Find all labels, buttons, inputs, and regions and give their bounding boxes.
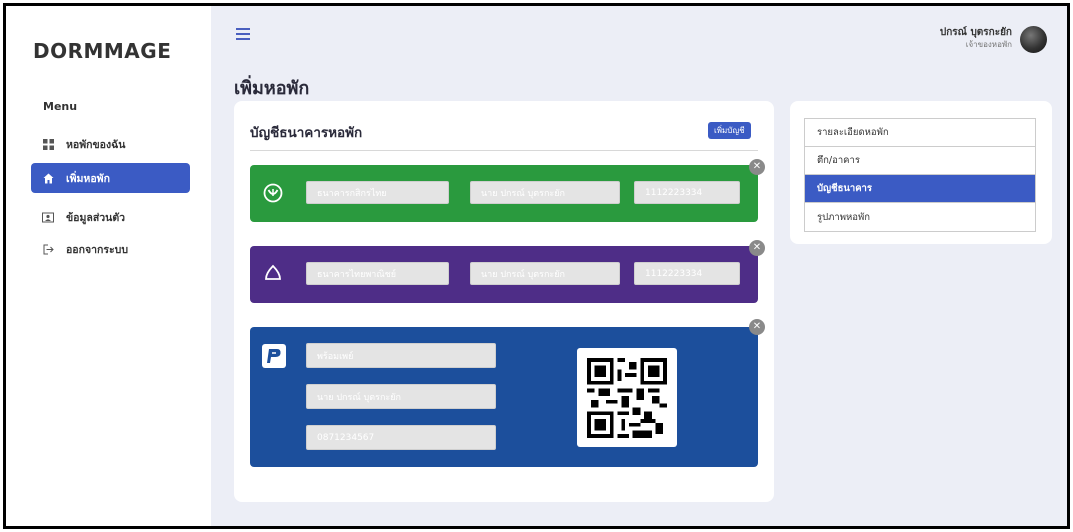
close-icon[interactable]: ✕ <box>749 159 765 175</box>
section-nav-list: รายละเอียดหอพัก ตึก/อาคาร บัญชีธนาคาร รู… <box>804 118 1036 232</box>
account-name-field[interactable]: นาย ปกรณ์ บุตรกะยัก <box>306 384 496 409</box>
bank-name-field[interactable]: ธนาคารกสิกรไทย <box>306 181 449 204</box>
user-role: เจ้าของหอพัก <box>965 40 1012 49</box>
section-nav-card: รายละเอียดหอพัก ตึก/อาคาร บัญชีธนาคาร รู… <box>790 101 1052 244</box>
add-account-button[interactable]: เพิ่มบัญชี <box>708 122 751 139</box>
page-title: เพิ่มหอพัก <box>234 78 310 99</box>
card-heading: บัญชีธนาคารหอพัก <box>250 125 363 141</box>
bank-accounts-card: บัญชีธนาคารหอพัก เพิ่มบัญชี ธนาคารกสิกรไ… <box>234 101 774 502</box>
promptpay-icon <box>262 344 286 368</box>
bank-account-kasikorn: ธนาคารกสิกรไทย นาย ปกรณ์ บุตรกะยัก 11122… <box>250 165 758 222</box>
kasikorn-icon <box>262 182 284 204</box>
sidebar-item-add-dorm[interactable]: เพิ่มหอพัก <box>31 163 190 193</box>
section-item-buildings[interactable]: ตึก/อาคาร <box>805 147 1035 175</box>
close-icon[interactable]: ✕ <box>749 319 765 335</box>
home-icon <box>42 172 54 184</box>
section-item-dorm-details[interactable]: รายละเอียดหอพัก <box>805 119 1035 147</box>
sidebar-item-label: หอพักของฉัน <box>66 138 126 151</box>
sidebar-item-my-dorms[interactable]: หอพักของฉัน <box>31 129 190 159</box>
account-name-field[interactable]: นาย ปกรณ์ บุตรกะยัก <box>470 181 620 204</box>
avatar[interactable] <box>1020 26 1047 53</box>
app-logo[interactable]: DORMMAGE <box>33 39 171 63</box>
promptpay-account: พร้อมเพย์ นาย ปกรณ์ บุตรกะยัก 0871234567 <box>250 327 758 467</box>
sidebar: DORMMAGE Menu หอพักของฉัน เพิ่มหอพัก ข้อ… <box>6 6 211 526</box>
bank-account-scb: ธนาคารไทยพาณิชย์ นาย ปกรณ์ บุตรกะยัก 111… <box>250 246 758 303</box>
section-item-dorm-photos[interactable]: รูปภาพหอพัก <box>805 203 1035 231</box>
account-number-field[interactable]: 1112223334 <box>634 262 740 285</box>
sidebar-item-logout[interactable]: ออกจากระบบ <box>31 234 190 264</box>
promptpay-label-field[interactable]: พร้อมเพย์ <box>306 343 496 368</box>
menu-title: Menu <box>43 100 78 113</box>
app-frame: DORMMAGE Menu หอพักของฉัน เพิ่มหอพัก ข้อ… <box>3 3 1070 529</box>
close-icon[interactable]: ✕ <box>749 240 765 256</box>
sidebar-item-label: ออกจากระบบ <box>66 243 128 256</box>
bank-name-field[interactable]: ธนาคารไทยพาณิชย์ <box>306 262 449 285</box>
sidebar-item-profile[interactable]: ข้อมูลส่วนตัว <box>31 202 190 232</box>
id-card-icon <box>42 211 54 223</box>
section-item-bank-accounts[interactable]: บัญชีธนาคาร <box>805 175 1035 203</box>
grid-icon <box>42 138 54 150</box>
account-number-field[interactable]: 1112223334 <box>634 181 740 204</box>
phone-number-field[interactable]: 0871234567 <box>306 425 496 450</box>
divider <box>250 150 758 151</box>
hamburger-menu-icon[interactable] <box>236 28 250 43</box>
qr-code <box>577 348 677 447</box>
sidebar-item-label: เพิ่มหอพัก <box>66 172 110 185</box>
scb-icon <box>262 263 284 285</box>
sidebar-item-label: ข้อมูลส่วนตัว <box>66 211 126 224</box>
account-name-field[interactable]: นาย ปกรณ์ บุตรกะยัก <box>470 262 620 285</box>
logout-icon <box>42 243 54 255</box>
